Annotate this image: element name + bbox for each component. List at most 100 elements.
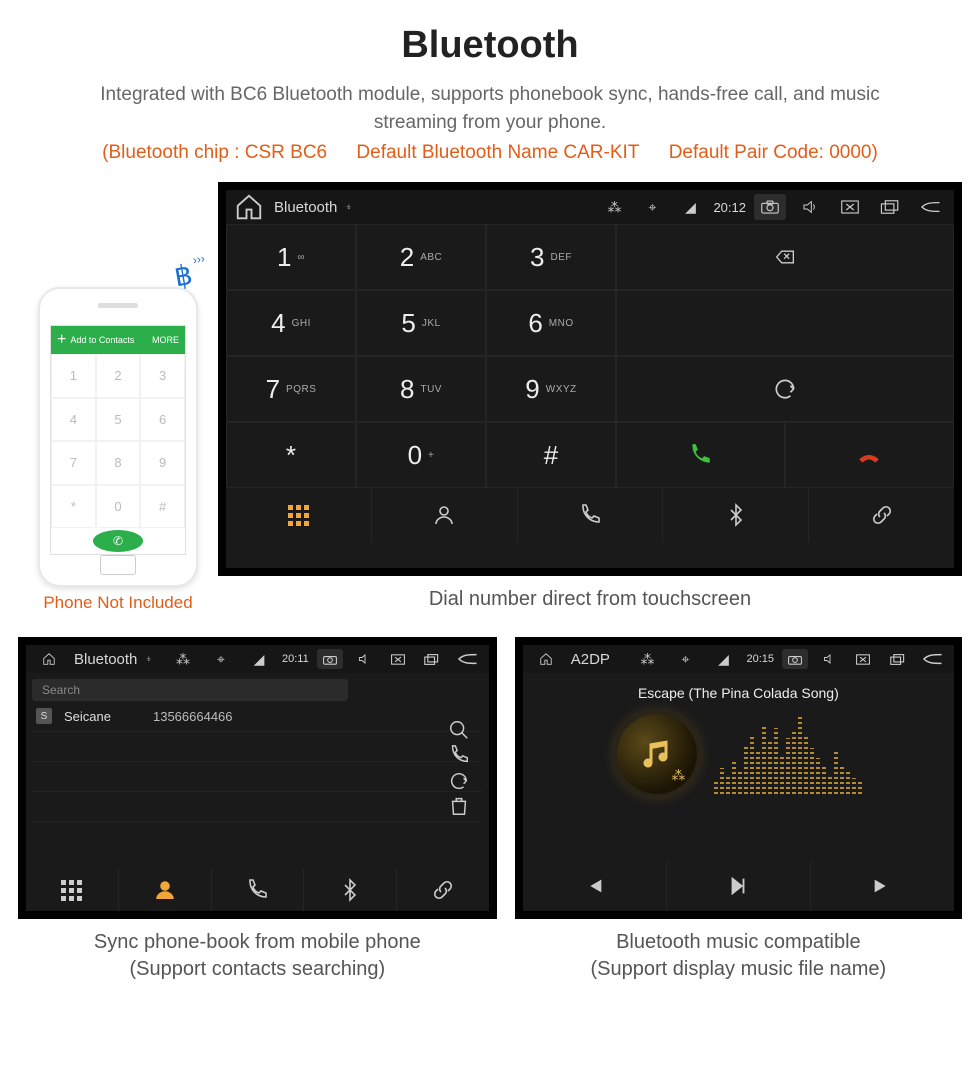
recent-apps-icon[interactable]	[884, 649, 910, 669]
back-icon[interactable]	[914, 194, 946, 220]
bottom-bar	[226, 488, 954, 542]
tab-recent-calls[interactable]	[212, 869, 305, 911]
location-icon: ⌖	[206, 647, 236, 671]
dial-key-7[interactable]: 7PQRS	[226, 356, 356, 422]
phone-key: 6	[140, 398, 185, 442]
statusbar-title: Bluetooth	[274, 199, 337, 216]
contact-number: 13566664466	[153, 709, 233, 724]
dial-key-4[interactable]: 4GHI	[226, 290, 356, 356]
tab-pair[interactable]	[809, 488, 954, 542]
phone-key: 3	[140, 354, 185, 398]
plus-icon: +	[57, 331, 66, 349]
tab-contacts[interactable]	[119, 869, 212, 911]
phone-key: 5	[96, 398, 141, 442]
bluetooth-status-icon: ⁂	[168, 647, 198, 671]
recent-apps-icon[interactable]	[874, 194, 906, 220]
phone-key: 9	[140, 441, 185, 485]
next-track-button[interactable]	[811, 861, 954, 911]
contacts-caption-2: (Support contacts searching)	[18, 956, 497, 983]
tab-contacts[interactable]	[372, 488, 518, 542]
contacts-caption: Sync phone-book from mobile phone (Suppo…	[18, 929, 497, 983]
close-screen-icon[interactable]	[834, 194, 866, 220]
home-icon[interactable]	[34, 647, 64, 671]
tab-dialpad[interactable]	[26, 869, 119, 911]
phone-key: 8	[96, 441, 141, 485]
back-icon[interactable]	[453, 649, 481, 669]
dial-key-#[interactable]: #	[486, 422, 616, 488]
backspace-button[interactable]	[616, 224, 954, 290]
dial-key-*[interactable]: *	[226, 422, 356, 488]
phone-key: 2	[96, 354, 141, 398]
equalizer	[714, 714, 862, 794]
bluetooth-status-icon: ⁂	[632, 647, 662, 671]
contact-name: Seicane	[64, 709, 111, 724]
phone-key: 4	[51, 398, 96, 442]
contacts-caption-1: Sync phone-book from mobile phone	[18, 929, 497, 956]
hangup-button[interactable]	[785, 422, 954, 488]
back-icon[interactable]	[918, 649, 946, 669]
wifi-icon: ◢	[244, 647, 274, 671]
statusbar-time: 20:11	[282, 653, 309, 665]
phone-not-included: Phone Not Included	[28, 593, 208, 613]
phone-key: 0	[96, 485, 141, 529]
close-screen-icon[interactable]	[850, 649, 876, 669]
contact-row-empty	[32, 822, 483, 852]
dial-key-1[interactable]: 1∞	[226, 224, 356, 290]
usb-icon: ⍖	[145, 653, 152, 666]
note-btname: Default Bluetooth Name CAR-KIT	[356, 142, 639, 163]
music-screen: A2DP ⁂ ⌖ ◢ 20:15 Escape (The Pina Colada…	[515, 637, 962, 919]
delete-icon[interactable]	[448, 795, 470, 817]
tab-recent-calls[interactable]	[518, 488, 664, 542]
close-screen-icon[interactable]	[385, 649, 411, 669]
bluetooth-icon: ฿›››	[161, 256, 207, 302]
screenshot-icon[interactable]	[754, 194, 786, 220]
music-caption-1: Bluetooth music compatible	[515, 929, 962, 956]
dial-key-5[interactable]: 5JKL	[356, 290, 486, 356]
search-input[interactable]: Search	[32, 679, 348, 701]
usb-icon: ⍖	[345, 201, 352, 214]
tab-bluetooth[interactable]	[304, 869, 397, 911]
home-icon[interactable]	[234, 195, 264, 219]
call-button[interactable]	[616, 422, 785, 488]
volume-icon[interactable]	[351, 649, 377, 669]
note-paircode: Default Pair Code: 0000)	[669, 142, 878, 163]
contact-badge: S	[36, 708, 52, 724]
call-icon[interactable]	[448, 744, 470, 766]
volume-icon[interactable]	[794, 194, 826, 220]
statusbar-title: Bluetooth	[74, 651, 137, 668]
phone-key: 7	[51, 441, 96, 485]
screenshot-icon[interactable]	[782, 649, 808, 669]
side-empty	[616, 290, 954, 356]
music-caption-2: (Support display music file name)	[515, 956, 962, 983]
search-icon[interactable]	[448, 719, 470, 741]
phone-illustration: ฿››› + Add to Contacts MORE 123456789*0#…	[38, 287, 198, 587]
album-art: ⁂	[614, 711, 700, 797]
prev-track-button[interactable]	[523, 861, 667, 911]
contact-row[interactable]: S Seicane 13566664466	[32, 701, 483, 732]
tab-bluetooth[interactable]	[663, 488, 809, 542]
phone-key: 1	[51, 354, 96, 398]
music-caption: Bluetooth music compatible (Support disp…	[515, 929, 962, 983]
play-pause-button[interactable]	[667, 861, 811, 911]
volume-icon[interactable]	[816, 649, 842, 669]
wifi-icon: ◢	[675, 195, 705, 219]
dial-key-8[interactable]: 8TUV	[356, 356, 486, 422]
redial-button[interactable]	[616, 356, 954, 422]
home-icon[interactable]	[531, 647, 561, 671]
wifi-icon: ◢	[708, 647, 738, 671]
add-contacts-label: Add to Contacts	[70, 335, 134, 345]
dial-key-6[interactable]: 6MNO	[486, 290, 616, 356]
dialer-caption: Dial number direct from touchscreen	[218, 586, 962, 613]
recent-apps-icon[interactable]	[419, 649, 445, 669]
dial-key-9[interactable]: 9WXYZ	[486, 356, 616, 422]
dial-key-3[interactable]: 3DEF	[486, 224, 616, 290]
dial-key-2[interactable]: 2ABC	[356, 224, 486, 290]
contact-row-empty	[32, 732, 483, 762]
page-note: (Bluetooth chip : CSR BC6 Default Blueto…	[0, 142, 980, 164]
screenshot-icon[interactable]	[317, 649, 343, 669]
tab-pair[interactable]	[397, 869, 489, 911]
dial-key-0[interactable]: 0+	[356, 422, 486, 488]
sync-icon[interactable]	[448, 770, 470, 792]
statusbar-time: 20:15	[746, 653, 774, 665]
tab-dialpad[interactable]	[226, 488, 372, 542]
